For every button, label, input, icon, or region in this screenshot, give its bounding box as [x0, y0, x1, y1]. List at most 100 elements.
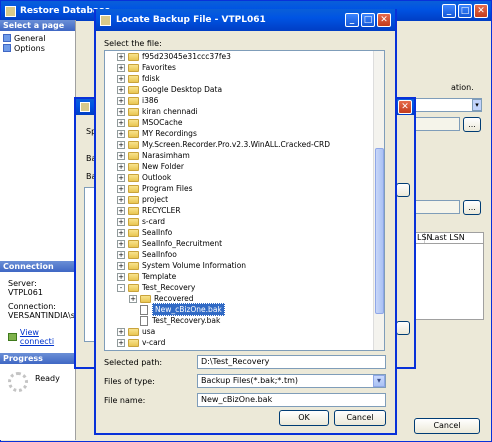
collapse-icon[interactable]: -	[117, 283, 125, 292]
dialog-icon	[100, 14, 111, 26]
tree-folder-item[interactable]: + usa	[117, 326, 155, 337]
tree-folder-item[interactable]: + SealInfoo	[117, 249, 177, 260]
expand-icon[interactable]: +	[117, 272, 125, 281]
view-connection-text: View connecti	[19, 328, 55, 346]
expand-icon[interactable]: +	[117, 250, 125, 259]
tree-file-item[interactable]: New_cBizOne.bak	[129, 303, 225, 316]
cancel-button[interactable]: Cancel	[334, 410, 386, 426]
minimize-button[interactable]: _	[345, 13, 359, 27]
maximize-button[interactable]: □	[361, 13, 375, 27]
expand-icon[interactable]: +	[117, 140, 125, 149]
tree-folder-item[interactable]: + v-card	[117, 337, 165, 348]
tree-folder-item[interactable]: + Outlook	[117, 172, 171, 183]
tree-item-label: Favorites	[142, 63, 176, 72]
expand-icon[interactable]: +	[117, 228, 125, 237]
progress-status: Ready	[35, 374, 60, 383]
tree-item-label: fdisk	[142, 74, 160, 83]
expand-icon[interactable]: +	[117, 85, 125, 94]
expand-icon[interactable]: +	[117, 74, 125, 83]
chevron-down-icon[interactable]: ▾	[373, 375, 385, 387]
tree-folder-item[interactable]: + fdisk	[117, 73, 160, 84]
tree-file-item[interactable]: Test_Recovery.bak	[129, 315, 220, 326]
expand-icon[interactable]: +	[117, 338, 125, 347]
tree-folder-item[interactable]: + SealInfo_Recruitment	[117, 238, 222, 249]
restore-left-panel: Select a page General Options Connection…	[0, 20, 79, 440]
tree-item-label: System Volume Information	[142, 261, 247, 270]
view-connection-link[interactable]: View connecti	[8, 328, 75, 346]
tree-item-label: RECYCLER	[142, 206, 181, 215]
expand-icon[interactable]: +	[117, 52, 125, 61]
tree-folder-item[interactable]: + Template	[117, 271, 176, 282]
folder-icon	[128, 261, 139, 270]
ok-button[interactable]: OK	[279, 410, 329, 426]
dropdown-arrow-icon[interactable]: ▾	[472, 99, 482, 111]
tree-folder-item[interactable]: + MSOCache	[117, 117, 182, 128]
ok-button-fragment[interactable]	[396, 321, 410, 335]
tree-item-label: kiran chennadi	[142, 107, 198, 116]
tree-folder-item[interactable]: + Narasimham	[117, 150, 190, 161]
expand-icon[interactable]: +	[117, 151, 125, 160]
tree-folder-item[interactable]: + My.Screen.Recorder.Pro.v2.3.WinALL.Crac…	[117, 139, 330, 150]
tree-item-label: SealInfo	[142, 228, 173, 237]
expand-icon[interactable]: +	[117, 195, 125, 204]
device-ellipsis-button[interactable]: ...	[463, 200, 481, 215]
minimize-button[interactable]: _	[442, 4, 456, 18]
expand-icon[interactable]: +	[117, 162, 125, 171]
page-icon	[3, 44, 11, 52]
tree-folder-item[interactable]: + s-card	[117, 216, 165, 227]
page-item-options[interactable]: Options	[3, 43, 72, 53]
connection-value: VERSANTINDIA\sr	[8, 311, 79, 320]
tree-folder-item[interactable]: + Favorites	[117, 62, 176, 73]
expand-icon[interactable]: +	[117, 239, 125, 248]
maximize-button[interactable]: □	[458, 4, 472, 18]
tree-folder-item[interactable]: + Google Desktop Data	[117, 84, 222, 95]
expand-icon[interactable]: +	[117, 206, 125, 215]
progress-spinner-icon	[8, 372, 28, 392]
folder-icon	[128, 85, 139, 94]
tree-folder-item[interactable]: + f95d23045e31ccc37fe3	[117, 51, 231, 62]
expand-icon[interactable]: +	[117, 327, 125, 336]
expand-icon[interactable]: +	[129, 294, 137, 303]
close-button[interactable]: ✕	[377, 13, 391, 27]
tree-item-label: Narasimham	[142, 151, 190, 160]
tree-folder-item[interactable]: + MY Recordings	[117, 128, 197, 139]
tree-folder-item[interactable]: + kiran chennadi	[117, 106, 198, 117]
folder-icon	[128, 74, 139, 83]
expand-icon[interactable]: +	[117, 184, 125, 193]
file-name-field[interactable]: New_cBizOne.bak	[197, 393, 386, 407]
tree-folder-item[interactable]: - Test_Recovery	[117, 282, 195, 293]
expand-icon[interactable]: +	[117, 63, 125, 72]
tree-folder-item[interactable]: + Program Files	[117, 183, 193, 194]
col-last-lsn: Last LSN	[430, 233, 465, 242]
tree-item-label: s-card	[142, 217, 166, 226]
add-button-fragment[interactable]	[396, 183, 410, 197]
tree-folder-item[interactable]: + project	[117, 194, 168, 205]
info-text-fragment: ation.	[451, 83, 474, 92]
expand-icon[interactable]: +	[117, 217, 125, 226]
folder-icon	[128, 118, 139, 127]
point-in-time-ellipsis-button[interactable]: ...	[463, 117, 481, 132]
folder-tree[interactable]: + f95d23045e31ccc37fe3 + Favorites + fdisk + Go…	[104, 50, 385, 351]
expand-icon[interactable]: +	[117, 173, 125, 182]
restore-cancel-button[interactable]: Cancel	[414, 418, 480, 434]
tree-vertical-scrollbar[interactable]	[373, 51, 384, 350]
tree-folder-item[interactable]: + RECYCLER	[117, 205, 181, 216]
expand-icon[interactable]: +	[117, 118, 125, 127]
files-of-type-label: Files of type:	[104, 377, 155, 386]
folder-icon	[128, 217, 139, 226]
expand-icon[interactable]: +	[117, 96, 125, 105]
close-button[interactable]: ✕	[474, 4, 488, 18]
tree-folder-item[interactable]: + System Volume Information	[117, 260, 246, 271]
expand-icon[interactable]: +	[117, 129, 125, 138]
expand-icon[interactable]: +	[117, 107, 125, 116]
tree-folder-item[interactable]: + SealInfo	[117, 227, 172, 238]
tree-folder-item[interactable]: + i386	[117, 95, 158, 106]
tree-folder-item[interactable]: + New Folder	[117, 161, 184, 172]
files-of-type-select[interactable]: Backup Files(*.bak;*.tm)	[197, 374, 386, 388]
specify-backup-close-button[interactable]: ✕	[398, 100, 412, 114]
page-item-general[interactable]: General	[3, 33, 72, 43]
selected-path-field[interactable]: D:\Test_Recovery	[197, 355, 386, 369]
scrollbar-thumb[interactable]	[375, 148, 384, 314]
expand-icon[interactable]: +	[117, 261, 125, 270]
folder-icon	[140, 294, 151, 303]
